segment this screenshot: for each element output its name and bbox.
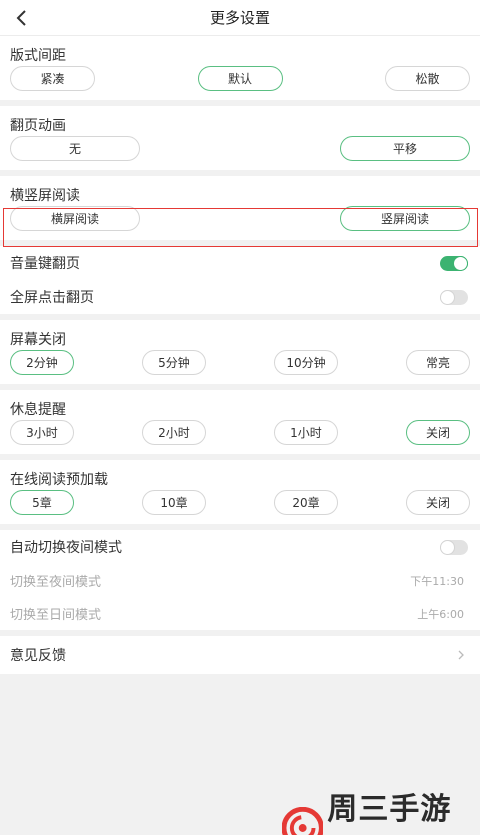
rest-2h-button[interactable]: 2小时 [142,420,206,445]
night-mode-toggle[interactable] [440,539,468,555]
rest-1h-button[interactable]: 1小时 [274,420,338,445]
feedback-label: 意见反馈 [10,648,66,664]
spacing-compact-button[interactable]: 紧凑 [10,66,95,91]
night-mode-label: 自动切换夜间模式 [10,540,122,556]
volume-key-toggle[interactable] [440,255,468,271]
orientation-title: 横竖屏阅读 [10,188,80,204]
page-animation-title: 翻页动画 [10,118,66,134]
fullscreen-tap-label: 全屏点击翻页 [10,290,94,306]
spacing-loose-button[interactable]: 松散 [385,66,470,91]
animation-slide-button[interactable]: 平移 [340,136,470,161]
chevron-right-icon [458,650,464,660]
feedback-row[interactable]: 意见反馈 [0,636,480,674]
volume-key-row: 音量键翻页 [0,246,480,280]
back-arrow-icon[interactable] [14,9,32,27]
preload-title: 在线阅读预加载 [10,472,108,488]
animation-none-button[interactable]: 无 [10,136,140,161]
rest-3h-button[interactable]: 3小时 [10,420,74,445]
page-title: 更多设置 [209,9,270,27]
screen-off-section: 屏幕关闭 2分钟 5分钟 10分钟 常亮 [0,320,480,384]
night-mode-row: 自动切换夜间模式 [0,530,480,564]
watermark-logo: 周三手游网 [282,784,480,835]
fullscreen-tap-row: 全屏点击翻页 [0,280,480,314]
screen-off-5min-button[interactable]: 5分钟 [142,350,206,375]
portrait-reading-button[interactable]: 竖屏阅读 [340,206,470,231]
orientation-section: 横竖屏阅读 横屏阅读 竖屏阅读 [0,176,480,240]
preload-10-button[interactable]: 10章 [142,490,206,515]
to-day-label: 切换至日间模式 [10,608,102,623]
layout-spacing-section: 版式间距 紧凑 默认 松散 [0,36,480,100]
rest-reminder-title: 休息提醒 [10,402,66,418]
to-night-row[interactable]: 切换至夜间模式 下午11:30 [0,564,480,597]
to-night-label: 切换至夜间模式 [10,575,102,590]
preload-section: 在线阅读预加载 5章 10章 20章 关闭 [0,460,480,524]
rest-off-button[interactable]: 关闭 [406,420,470,445]
rest-reminder-section: 休息提醒 3小时 2小时 1小时 关闭 [0,390,480,454]
watermark-text: 周三手游网 [327,792,452,827]
app-header: 更多设置 [0,0,480,36]
screen-off-2min-button[interactable]: 2分钟 [10,350,74,375]
preload-off-button[interactable]: 关闭 [406,490,470,515]
to-night-time: 下午11:30 [410,574,464,588]
spacing-default-button[interactable]: 默认 [197,66,283,91]
volume-key-label: 音量键翻页 [10,256,80,272]
to-day-row[interactable]: 切换至日间模式 上午6:00 [0,597,480,630]
fullscreen-tap-toggle[interactable] [440,289,468,305]
swirl-logo-icon [282,807,324,835]
screen-off-title: 屏幕关闭 [10,332,66,348]
to-day-time: 上午6:00 [417,607,464,621]
preload-5-button[interactable]: 5章 [10,490,74,515]
screen-off-always-button[interactable]: 常亮 [406,350,470,375]
screen-off-10min-button[interactable]: 10分钟 [274,350,338,375]
page-animation-section: 翻页动画 无 平移 [0,106,480,170]
preload-20-button[interactable]: 20章 [274,490,338,515]
landscape-reading-button[interactable]: 横屏阅读 [10,206,140,231]
layout-spacing-title: 版式间距 [10,48,66,64]
